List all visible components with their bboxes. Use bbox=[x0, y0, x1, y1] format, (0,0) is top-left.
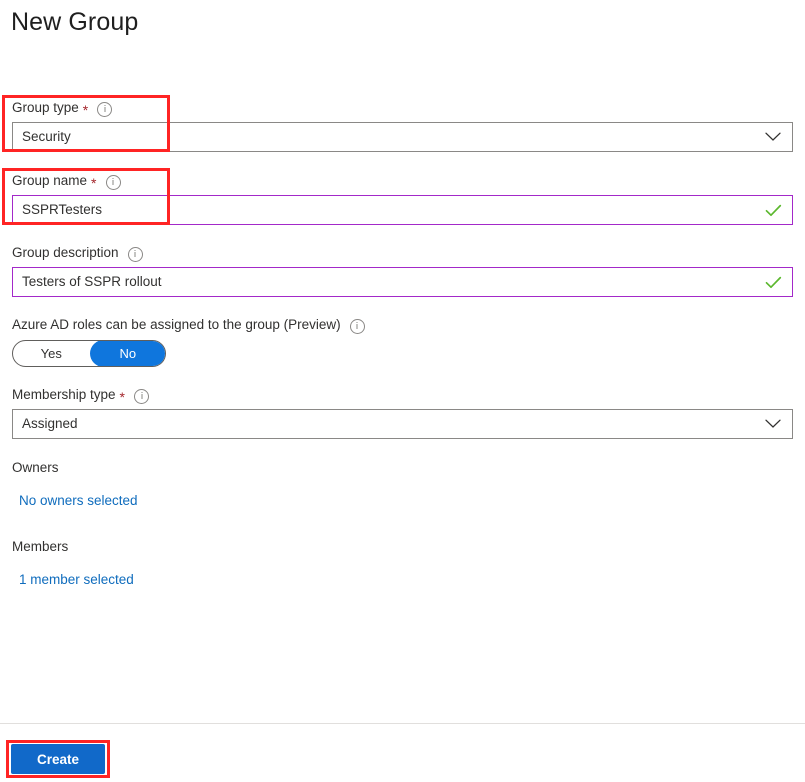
membership-type-value: Assigned bbox=[13, 415, 760, 433]
azure-ad-roles-label-text: Azure AD roles can be assigned to the gr… bbox=[12, 316, 341, 334]
azure-ad-roles-toggle[interactable]: Yes No bbox=[12, 340, 166, 367]
info-circle-icon[interactable] bbox=[97, 102, 112, 117]
create-button[interactable]: Create bbox=[11, 744, 105, 774]
footer-divider bbox=[0, 723, 805, 724]
chevron-down-icon[interactable] bbox=[760, 410, 786, 438]
group-description-input[interactable]: Testers of SSPR rollout bbox=[12, 267, 793, 297]
group-type-label: Group type * bbox=[12, 99, 793, 117]
field-group-name: Group name * SSPRTesters bbox=[12, 172, 793, 225]
chevron-down-icon[interactable] bbox=[760, 123, 786, 151]
group-description-label: Group description bbox=[12, 244, 793, 262]
group-name-label: Group name * bbox=[12, 172, 793, 190]
field-group-description: Group description Testers of SSPR rollou… bbox=[12, 244, 793, 297]
membership-type-label: Membership type * bbox=[12, 386, 793, 404]
members-label: Members bbox=[12, 538, 68, 556]
group-description-value: Testers of SSPR rollout bbox=[13, 273, 758, 291]
group-description-label-text: Group description bbox=[12, 244, 119, 262]
info-circle-icon[interactable] bbox=[128, 247, 143, 262]
field-membership-type: Membership type * Assigned bbox=[12, 386, 793, 439]
group-name-input[interactable]: SSPRTesters bbox=[12, 195, 793, 225]
group-name-value: SSPRTesters bbox=[13, 201, 758, 219]
owners-label: Owners bbox=[12, 459, 59, 477]
group-type-dropdown[interactable]: Security bbox=[12, 122, 793, 152]
required-asterisk: * bbox=[120, 390, 125, 404]
required-asterisk: * bbox=[83, 103, 88, 117]
required-asterisk: * bbox=[91, 176, 96, 190]
group-type-value: Security bbox=[13, 128, 760, 146]
membership-type-label-text: Membership type bbox=[12, 386, 116, 404]
field-azure-ad-roles: Azure AD roles can be assigned to the gr… bbox=[12, 316, 793, 367]
info-circle-icon[interactable] bbox=[350, 319, 365, 334]
toggle-option-yes[interactable]: Yes bbox=[13, 341, 90, 366]
new-group-form-page: New Group Group type * Security Group na… bbox=[0, 0, 805, 782]
azure-ad-roles-label: Azure AD roles can be assigned to the gr… bbox=[12, 316, 793, 334]
membership-type-dropdown[interactable]: Assigned bbox=[12, 409, 793, 439]
toggle-option-no[interactable]: No bbox=[90, 340, 167, 367]
owners-selection-link[interactable]: No owners selected bbox=[19, 492, 138, 510]
info-circle-icon[interactable] bbox=[106, 175, 121, 190]
page-title: New Group bbox=[11, 5, 138, 39]
group-type-label-text: Group type bbox=[12, 99, 79, 117]
members-selection-link[interactable]: 1 member selected bbox=[19, 571, 134, 589]
info-circle-icon[interactable] bbox=[134, 389, 149, 404]
green-checkmark-icon bbox=[758, 268, 788, 296]
green-checkmark-icon bbox=[758, 196, 788, 224]
field-group-type: Group type * Security bbox=[12, 99, 793, 152]
group-name-label-text: Group name bbox=[12, 172, 87, 190]
